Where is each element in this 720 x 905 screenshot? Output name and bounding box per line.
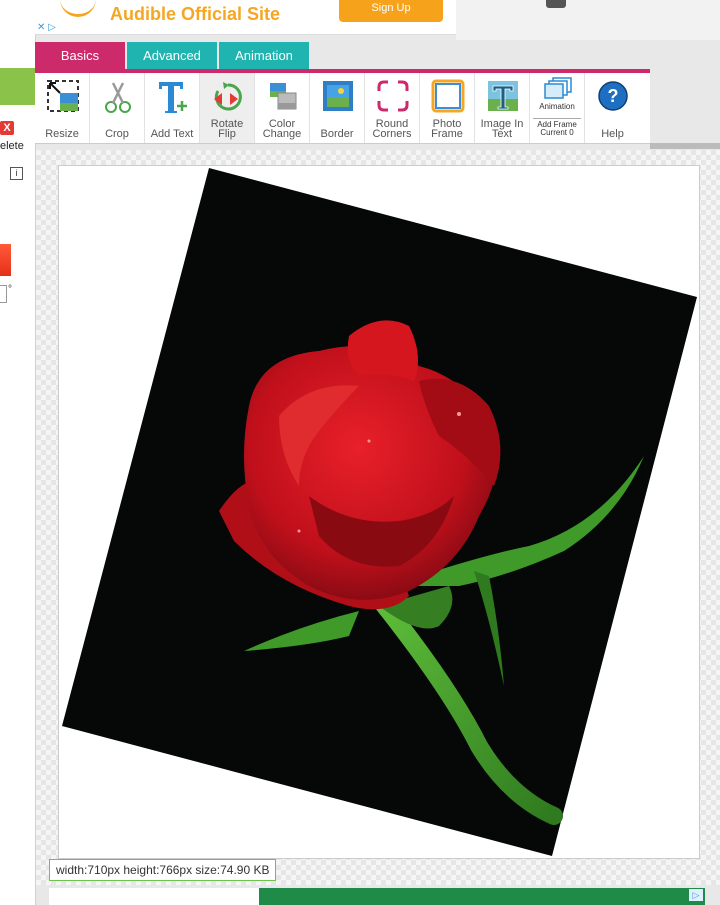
tab-advanced[interactable]: Advanced: [127, 42, 217, 69]
animation-frames-icon: [544, 77, 572, 99]
ad-choices-icon-bottom[interactable]: ▷: [689, 889, 703, 901]
top-ad-banner[interactable]: Audible Official Site Sign Up ✕ ▷: [35, 0, 456, 35]
sidebar-red-button[interactable]: [0, 244, 11, 276]
add-text-label: Add Text: [150, 128, 194, 140]
resize-icon: [47, 80, 79, 112]
scissors-icon: [105, 82, 131, 113]
delete-label[interactable]: elete: [0, 140, 35, 152]
round-corners-icon: [377, 80, 409, 112]
svg-text:?: ?: [608, 86, 619, 106]
image-canvas[interactable]: [58, 165, 700, 859]
image-in-text-icon: [488, 81, 518, 111]
settings-icon[interactable]: [546, 0, 566, 8]
round-corners-tool[interactable]: Round Corners: [365, 73, 420, 143]
border-icon: [323, 81, 353, 111]
add-frame-label[interactable]: Add Frame Current 0: [530, 121, 584, 137]
animation-title: Animation: [539, 102, 575, 111]
resize-tool[interactable]: Resize: [35, 73, 90, 143]
image-in-text-label: Image In Text: [480, 118, 524, 140]
bottom-ad-banner[interactable]: ▷: [49, 888, 705, 905]
help-tool[interactable]: ? Help: [585, 73, 640, 143]
photo-frame-label: Photo Frame: [431, 118, 463, 140]
delete-icon[interactable]: X: [0, 121, 14, 135]
add-text-tool[interactable]: Add Text: [145, 73, 200, 143]
ad-signup-button[interactable]: Sign Up: [339, 0, 443, 22]
crop-tool[interactable]: Crop: [90, 73, 145, 143]
degree-symbol: °: [8, 284, 12, 295]
photo-frame-icon: [431, 79, 465, 113]
animation-tool[interactable]: Animation Add Frame Current 0: [530, 73, 585, 143]
mode-tabs: Basics Advanced Animation: [35, 42, 311, 69]
resize-label: Resize: [45, 128, 79, 140]
rotate-flip-tool[interactable]: Rotate Flip: [200, 73, 255, 143]
toolbar: Resize Crop Add Text Rotate Flip Color C…: [35, 73, 650, 144]
toolbar-shadow: [650, 143, 720, 149]
audible-logo-icon: [60, 0, 96, 17]
border-tool[interactable]: Border: [310, 73, 365, 143]
color-change-icon: [270, 83, 297, 110]
tab-basics[interactable]: Basics: [35, 42, 125, 69]
animation-separator: [533, 118, 581, 119]
help-label: Help: [601, 128, 624, 140]
image-in-text-tool[interactable]: Image In Text: [475, 73, 530, 143]
add-text-icon: [159, 82, 187, 113]
left-panel: X elete i °: [0, 0, 36, 905]
rotate-flip-label: Rotate Flip: [210, 118, 244, 140]
photo-frame-tool[interactable]: Photo Frame: [420, 73, 475, 143]
ad-title[interactable]: Audible Official Site: [110, 4, 280, 25]
round-corners-label: Round Corners: [372, 118, 412, 140]
angle-input[interactable]: [0, 285, 7, 303]
rotate-icon: [214, 82, 242, 111]
tab-animation[interactable]: Animation: [219, 42, 309, 69]
crop-label: Crop: [105, 128, 129, 140]
border-label: Border: [320, 128, 354, 140]
color-change-label: Color Change: [262, 118, 302, 140]
info-icon[interactable]: i: [10, 167, 23, 180]
ad-choices-icon[interactable]: ✕ ▷: [37, 22, 56, 33]
help-icon: ?: [598, 81, 628, 111]
sidebar-green-button[interactable]: [0, 68, 35, 105]
bottom-ad-image[interactable]: [49, 888, 259, 905]
image-size-info: width:710px height:766px size:74.90 KB: [49, 859, 277, 881]
top-right-area: [456, 0, 720, 40]
rotated-rose-photo[interactable]: [59, 166, 699, 858]
color-change-tool[interactable]: Color Change: [255, 73, 310, 143]
